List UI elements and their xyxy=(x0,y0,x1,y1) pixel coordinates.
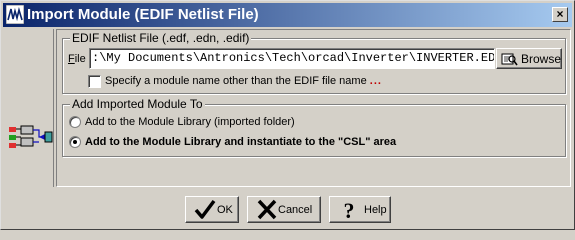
edif-file-group: EDIF Netlist File (.edf, .edn, .edif) Fi… xyxy=(62,31,566,94)
module-netlist-icon xyxy=(9,125,53,148)
ok-button[interactable]: OK xyxy=(185,196,239,223)
radio-instantiate-csl-label[interactable]: Add to the Module Library and instantiat… xyxy=(85,136,396,148)
wave-app-icon xyxy=(6,5,24,24)
ok-label: OK xyxy=(217,204,233,216)
specify-name-dots: ... xyxy=(369,75,382,87)
cancel-button[interactable]: Cancel xyxy=(247,196,321,223)
cancel-label: Cancel xyxy=(278,204,313,216)
specify-name-text: Specify a module name other than the EDI… xyxy=(105,75,367,87)
browse-button[interactable]: Browse xyxy=(496,48,562,69)
help-button[interactable]: ? Help xyxy=(329,196,391,223)
radio-module-library[interactable] xyxy=(69,116,81,128)
checkmark-icon xyxy=(194,199,216,219)
browse-label: Browse xyxy=(521,52,562,66)
svg-text:?: ? xyxy=(344,199,355,220)
cancel-x-icon xyxy=(257,199,277,220)
file-label: File xyxy=(68,53,86,65)
radio-module-library-instantiate[interactable] xyxy=(69,136,81,148)
title-bar[interactable]: Import Module (EDIF Netlist File) × xyxy=(3,3,572,27)
file-label-rest: ile xyxy=(74,53,86,65)
question-mark-icon: ? xyxy=(344,199,355,220)
edif-group-legend: EDIF Netlist File (.edf, .edn, .edif) xyxy=(70,31,252,45)
radio-selected-dot xyxy=(73,140,77,144)
add-imported-module-group: Add Imported Module To Add to the Module… xyxy=(62,97,566,157)
file-path-input[interactable]: :\My Documents\Antronics\Tech\orcad\Inve… xyxy=(89,48,495,69)
specify-name-checkbox[interactable] xyxy=(88,75,101,88)
add-group-legend: Add Imported Module To xyxy=(70,97,205,111)
close-button[interactable]: × xyxy=(552,7,568,22)
window-title: Import Module (EDIF Netlist File) xyxy=(27,6,259,23)
import-module-dialog: Import Module (EDIF Netlist File) × EDIF… xyxy=(0,0,575,230)
specify-name-label[interactable]: Specify a module name other than the EDI… xyxy=(105,75,382,87)
help-label: Help xyxy=(364,204,387,216)
content-panel: EDIF Netlist File (.edf, .edn, .edif) Fi… xyxy=(56,29,571,187)
browse-folder-icon xyxy=(501,53,518,66)
radio-module-library-label[interactable]: Add to the Module Library (imported fold… xyxy=(85,116,295,128)
module-icon-strip xyxy=(4,29,54,187)
